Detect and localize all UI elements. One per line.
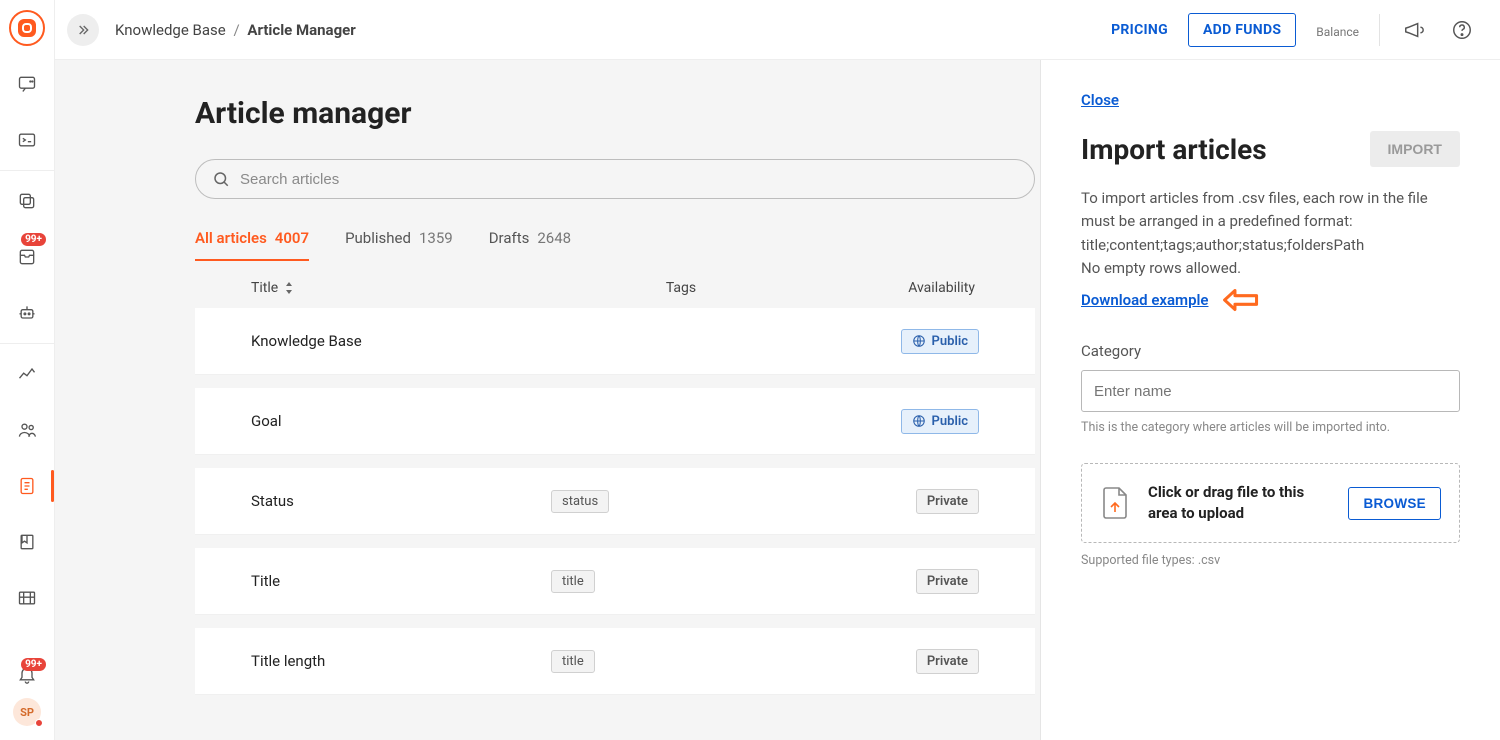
tag-chip: title [551, 650, 595, 673]
file-upload-icon [1100, 486, 1130, 520]
toggle-sidebar-button[interactable] [67, 14, 99, 46]
arrow-left-callout-icon [1222, 286, 1260, 314]
top-bar: Knowledge Base / Article Manager PRICING… [55, 0, 1500, 60]
announce-button[interactable] [1400, 16, 1428, 44]
chevrons-right-icon [75, 22, 91, 38]
import-panel: Close Import articles IMPORT To import a… [1040, 60, 1500, 740]
row-title: Goal [251, 412, 551, 430]
team-icon [17, 420, 37, 440]
th-title[interactable]: Title [251, 280, 551, 296]
nav-group-1 [0, 66, 54, 158]
category-input[interactable] [1081, 370, 1460, 412]
row-title: Knowledge Base [251, 332, 551, 350]
copy-icon [17, 191, 37, 211]
sort-icon [284, 282, 294, 294]
nav-chat[interactable] [0, 66, 54, 102]
nav-grid[interactable] [0, 580, 54, 616]
nav-copy[interactable] [0, 183, 54, 219]
table-row[interactable]: Knowledge Base Public [195, 308, 1035, 374]
search-input[interactable] [240, 171, 1018, 188]
availability-badge: Private [916, 569, 979, 594]
availability-badge: Private [916, 649, 979, 674]
help-button[interactable] [1448, 16, 1476, 44]
tab-all-articles[interactable]: All articles4007 [195, 229, 309, 261]
table-row[interactable]: Title title Private [195, 548, 1035, 614]
nav-inbox-badge: 99+ [21, 233, 46, 246]
tab-published[interactable]: Published1359 [345, 229, 453, 261]
nav-bot[interactable] [0, 295, 54, 331]
category-hint: This is the category where articles will… [1081, 420, 1460, 435]
availability-badge: Public [901, 329, 979, 354]
import-button: IMPORT [1370, 131, 1460, 167]
table-header: Title Tags Availability [195, 262, 1035, 308]
nav-bottom: 99+ SP [0, 664, 54, 740]
nav-console[interactable] [0, 122, 54, 158]
table-rows: Knowledge Base Public Goal Public Status… [195, 308, 1035, 694]
row-title: Title length [251, 652, 551, 670]
th-availability: Availability [811, 280, 979, 296]
balance-label: Balance [1316, 25, 1359, 39]
article-icon [17, 476, 37, 496]
nav-inbox[interactable]: 99+ [0, 239, 54, 275]
pricing-link[interactable]: PRICING [1111, 22, 1168, 38]
megaphone-icon [1403, 19, 1425, 41]
panel-title: Import articles [1081, 133, 1267, 166]
avatar[interactable]: SP [13, 698, 41, 726]
nav-analytics[interactable] [0, 356, 54, 392]
inbox-icon [17, 247, 37, 267]
console-icon [17, 130, 37, 150]
download-example-link[interactable]: Download example [1081, 291, 1208, 309]
browse-button[interactable]: BROWSE [1348, 487, 1441, 520]
availability-badge: Public [901, 409, 979, 434]
nav-notifications[interactable]: 99+ [0, 664, 54, 684]
breadcrumb: Knowledge Base / Article Manager [115, 21, 356, 39]
add-funds-button[interactable]: ADD FUNDS [1188, 13, 1296, 47]
supported-types: Supported file types: .csv [1081, 553, 1460, 568]
nav-team[interactable] [0, 412, 54, 448]
globe-icon [912, 414, 926, 428]
dropzone-text: Click or drag file to this area to uploa… [1148, 482, 1330, 524]
row-title: Title [251, 572, 551, 590]
breadcrumb-root[interactable]: Knowledge Base [115, 21, 226, 39]
th-tags: Tags [551, 280, 811, 296]
bookmark-icon [17, 532, 37, 552]
app-logo[interactable] [9, 10, 45, 46]
help-icon [1451, 19, 1473, 41]
left-nav: 99+ 99+ SP [0, 0, 55, 740]
nav-group-3 [0, 356, 54, 616]
nav-notifications-badge: 99+ [21, 658, 46, 671]
nav-group-2: 99+ [0, 183, 54, 331]
status-dot-icon [35, 719, 43, 727]
search-bar[interactable] [195, 159, 1035, 199]
bot-icon [17, 303, 37, 323]
analytics-icon [17, 364, 37, 384]
tag-chip: title [551, 570, 595, 593]
upload-dropzone[interactable]: Click or drag file to this area to uploa… [1081, 463, 1460, 543]
table-row[interactable]: Status status Private [195, 468, 1035, 534]
breadcrumb-leaf: Article Manager [247, 21, 355, 39]
table-row[interactable]: Title length title Private [195, 628, 1035, 694]
availability-badge: Private [916, 489, 979, 514]
nav-knowledge-base[interactable] [0, 468, 54, 504]
chat-icon [17, 74, 37, 94]
globe-icon [912, 334, 926, 348]
grid-icon [17, 588, 37, 608]
tag-chip: status [551, 490, 609, 513]
avatar-initials: SP [20, 706, 34, 719]
nav-bookmark[interactable] [0, 524, 54, 560]
close-link[interactable]: Close [1081, 91, 1119, 109]
panel-description: To import articles from .csv files, each… [1081, 187, 1460, 280]
table-row[interactable]: Goal Public [195, 388, 1035, 454]
row-title: Status [251, 492, 551, 510]
search-icon [212, 170, 230, 188]
tab-drafts[interactable]: Drafts2648 [489, 229, 571, 261]
category-label: Category [1081, 342, 1460, 360]
